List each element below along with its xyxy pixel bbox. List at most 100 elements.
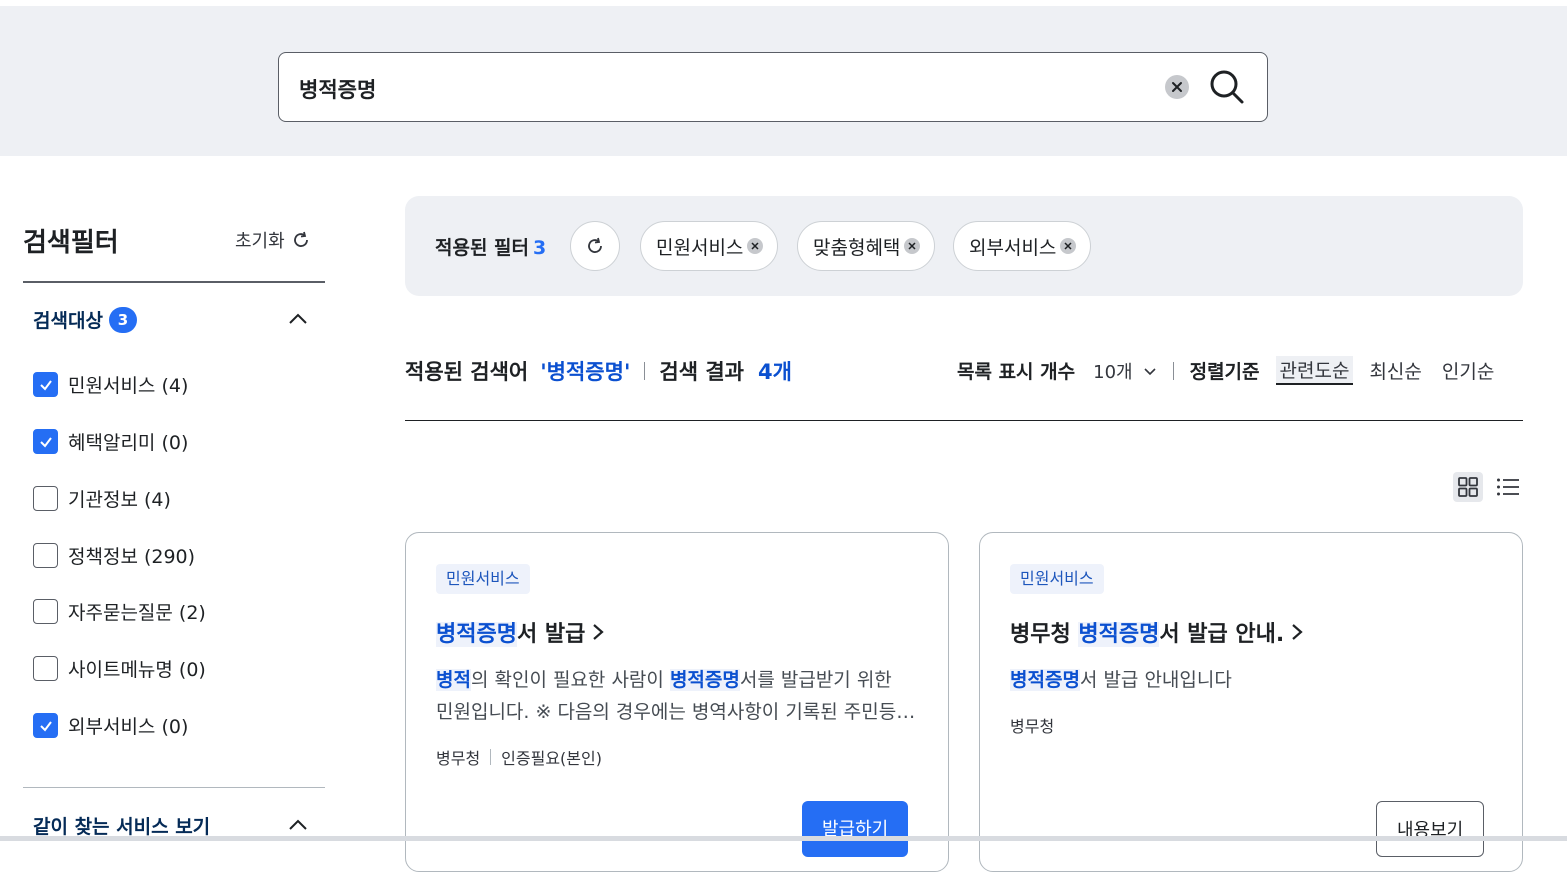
filter-item-label: 혜택알리미 (0) xyxy=(68,432,189,454)
result-label: 검색 결과 xyxy=(659,360,744,384)
card-category-tag: 민원서비스 xyxy=(436,564,530,594)
sort-option-latest[interactable]: 최신순 xyxy=(1369,357,1421,384)
remove-chip-icon[interactable] xyxy=(904,238,921,254)
card-category-tag: 민원서비스 xyxy=(1010,564,1104,594)
refresh-icon xyxy=(293,231,308,247)
title-text: 서 발급 xyxy=(516,622,586,647)
divider xyxy=(23,281,325,283)
filter-item[interactable]: 외부서비스 (0) xyxy=(33,712,188,739)
filter-chip[interactable]: 맞춤형혜택 xyxy=(797,221,936,271)
filter-chip-label: 맞춤형혜택 xyxy=(813,236,901,259)
chevron-up-icon[interactable] xyxy=(287,308,309,330)
desc-text: 서를 발급받기 위한 xyxy=(739,669,892,691)
remove-chip-icon[interactable] xyxy=(747,238,764,254)
refresh-icon xyxy=(588,237,602,253)
reset-filters-button[interactable] xyxy=(570,221,620,271)
checkbox-checked[interactable] xyxy=(33,713,58,738)
list-count-label: 목록 표시 개수 xyxy=(957,361,1076,383)
chevron-right-icon xyxy=(1292,624,1303,640)
search-input[interactable]: 병적증명 xyxy=(278,52,1268,122)
title-highlight: 병적증명 xyxy=(1078,622,1160,647)
result-count: 4개 xyxy=(757,360,792,384)
divider xyxy=(644,362,646,380)
desc-text: 서 발급 안내입니다 xyxy=(1079,669,1232,691)
checkbox[interactable] xyxy=(33,599,58,624)
filter-item[interactable]: 혜택알리미 (0) xyxy=(33,428,188,455)
card-auth: 인증필요(본인) xyxy=(501,749,602,768)
filter-item[interactable]: 사이트메뉴명 (0) xyxy=(33,655,206,682)
reset-filter-button[interactable]: 초기화 xyxy=(235,227,311,253)
clear-search-icon[interactable] xyxy=(1165,75,1189,99)
checkbox[interactable] xyxy=(33,486,58,511)
search-header: 병적증명 xyxy=(0,6,1567,156)
checkbox[interactable] xyxy=(33,543,58,568)
filter-chip[interactable]: 민원서비스 xyxy=(640,221,779,271)
chevron-down-icon xyxy=(1144,367,1156,375)
horizontal-scrollbar[interactable] xyxy=(0,836,1567,841)
section-title: 같이 찾는 서비스 보기 xyxy=(33,816,211,838)
card-meta: 병무청 인증필요(본인) xyxy=(436,745,602,769)
sort-label: 정렬기준 xyxy=(1189,361,1260,383)
sort-option-popular[interactable]: 인기순 xyxy=(1442,357,1494,384)
card-title-link[interactable]: 병무청 병적증명서 발급 안내. xyxy=(1010,616,1304,648)
search-query[interactable]: 병적증명 xyxy=(299,74,376,104)
filter-item-label: 정책정보 (290) xyxy=(68,546,196,568)
filter-item[interactable]: 정책정보 (290) xyxy=(33,542,195,569)
card-agency: 병무청 xyxy=(1010,717,1055,736)
sidebar-title: 검색필터 xyxy=(23,228,119,258)
search-icon[interactable] xyxy=(1207,67,1247,107)
filter-item-label: 외부서비스 (0) xyxy=(68,716,189,738)
filter-item[interactable]: 민원서비스 (4) xyxy=(33,371,188,398)
card-title-link[interactable]: 병적증명서 발급 xyxy=(436,616,605,648)
title-text: 서 발급 안내. xyxy=(1159,622,1285,647)
reset-label: 초기화 xyxy=(235,231,285,252)
card-description: 병적증명서 발급 안내입니다 xyxy=(1010,664,1494,696)
checkbox-checked[interactable] xyxy=(33,372,58,397)
section-title: 검색대상 xyxy=(33,310,103,332)
filter-item-label: 민원서비스 (4) xyxy=(68,375,189,397)
divider xyxy=(1172,361,1174,380)
desc-highlight: 병적증명 xyxy=(1010,669,1080,691)
desc-text: 의 확인이 필요한 사람이 xyxy=(470,669,670,691)
view-content-button[interactable]: 내용보기 xyxy=(1376,801,1485,857)
desc-highlight: 병적증명 xyxy=(669,669,740,691)
filter-item-label: 기관정보 (4) xyxy=(68,489,171,511)
applied-keyword-label: 적용된 검색어 xyxy=(405,360,529,384)
sort-option-relevance[interactable]: 관련도순 xyxy=(1275,356,1354,385)
divider xyxy=(23,787,325,788)
applied-filters-text: 적용된 필터 xyxy=(435,237,530,259)
list-view-icon[interactable] xyxy=(1494,473,1522,501)
result-card: 민원서비스 병무청 병적증명서 발급 안내. 병적증명서 발급 안내입니다 병무… xyxy=(979,532,1523,872)
filter-chip-label: 민원서비스 xyxy=(656,236,744,259)
checkbox[interactable] xyxy=(33,656,58,681)
remove-chip-icon[interactable] xyxy=(1060,238,1077,254)
filter-item[interactable]: 자주묻는질문 (2) xyxy=(33,598,206,625)
applied-keyword: '병적증명' xyxy=(540,360,631,384)
filter-chip[interactable]: 외부서비스 xyxy=(953,221,1092,271)
result-card: 민원서비스 병적증명서 발급 병적의 확인이 필요한 사람이 병적증명서를 발급… xyxy=(405,532,949,872)
title-highlight: 병적증명 xyxy=(436,622,517,647)
grid-view-icon[interactable] xyxy=(1453,472,1483,502)
filter-item-label: 자주묻는질문 (2) xyxy=(68,602,206,624)
result-summary: 적용된 검색어 '병적증명' 검색 결과 4개 xyxy=(405,356,792,386)
list-options: 목록 표시 개수 10개 정렬기준 관련도순 최신순 인기순 xyxy=(957,356,1494,385)
applied-filters-bar: 적용된 필터 3 민원서비스 맞춤형혜택 외부서비스 xyxy=(405,196,1523,296)
description-line: 민원입니다. ※ 다음의 경우에는 병역사항이 기록된 주민등록초본 xyxy=(436,701,920,723)
section-related-services[interactable]: 같이 찾는 서비스 보기 xyxy=(33,812,210,839)
card-description: 병적의 확인이 필요한 사람이 병적증명서를 발급받기 위한 민원입니다. ※ … xyxy=(436,664,920,728)
list-count-value: 10개 xyxy=(1093,361,1133,383)
checkbox-checked[interactable] xyxy=(33,429,58,454)
issue-button[interactable]: 발급하기 xyxy=(802,801,909,857)
description-line: 병적증명서 발급 안내입니다 xyxy=(1010,664,1494,696)
list-count-select[interactable]: 10개 xyxy=(1093,358,1156,384)
description-line: 병적의 확인이 필요한 사람이 병적증명서를 발급받기 위한 xyxy=(436,664,920,696)
chevron-up-icon[interactable] xyxy=(287,814,309,836)
divider xyxy=(405,420,1523,421)
title-text: 병무청 xyxy=(1010,622,1079,647)
count-badge: 3 xyxy=(108,306,137,333)
divider xyxy=(490,749,492,765)
section-search-target[interactable]: 검색대상 3 xyxy=(33,306,137,333)
desc-highlight: 병적 xyxy=(436,669,471,691)
filter-item[interactable]: 기관정보 (4) xyxy=(33,485,171,512)
card-meta: 병무청 xyxy=(1010,713,1054,737)
